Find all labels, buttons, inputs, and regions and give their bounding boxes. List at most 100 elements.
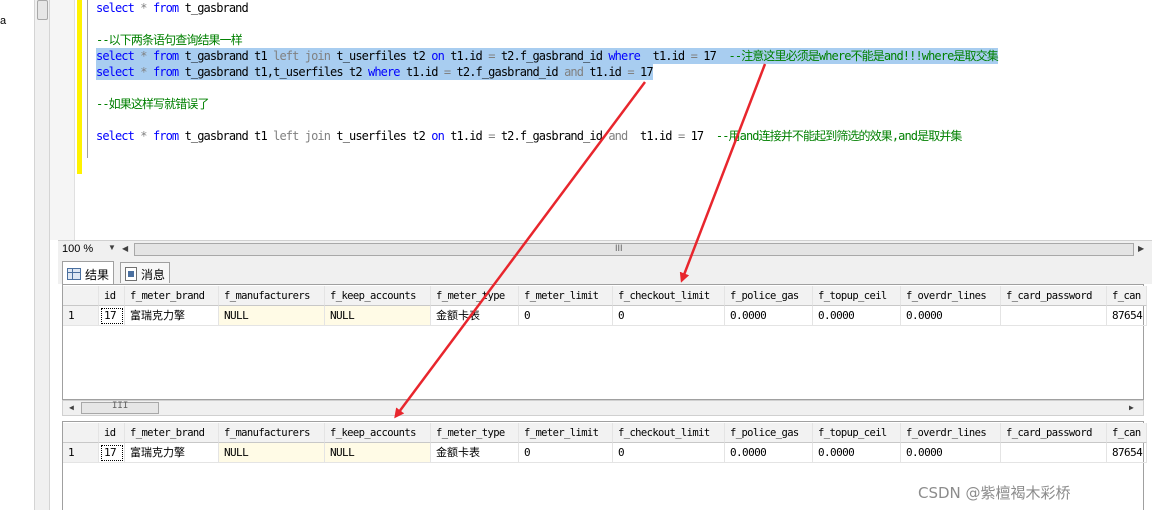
code-line[interactable]: select * from t_gasbrand t1 left join t_… — [96, 48, 999, 64]
code-token: 17 — [684, 129, 716, 143]
table-cell[interactable]: NULL — [219, 306, 325, 326]
column-header[interactable]: f_topup_ceil — [813, 423, 901, 443]
code-token: --如果这样写就错误了 — [96, 97, 209, 111]
column-header[interactable]: f_can — [1107, 423, 1147, 443]
code-token: t1.id — [399, 65, 444, 79]
column-header[interactable]: f_card_password — [1001, 423, 1107, 443]
code-token: t_gasbrand — [178, 1, 249, 15]
grid-icon — [67, 268, 81, 280]
tab-results[interactable]: 结果 — [62, 261, 115, 284]
scroll-grip-icon: III — [615, 243, 623, 253]
column-header[interactable]: f_meter_brand — [125, 423, 219, 443]
table-cell[interactable]: 0.0000 — [901, 306, 1001, 326]
scroll-right-icon[interactable]: ▶ — [1138, 244, 1144, 253]
row-number[interactable]: 1 — [63, 443, 99, 463]
scroll-left-icon[interactable]: ◀ — [122, 244, 128, 253]
result-grid-1-horizontal-scrollbar[interactable]: ◀ III ▶ — [62, 400, 1144, 416]
table-cell[interactable]: 富瑞克力擎 — [125, 306, 219, 326]
column-header[interactable]: f_police_gas — [725, 286, 813, 306]
column-header[interactable]: f_checkout_limit — [613, 286, 725, 306]
table-cell[interactable]: 17 — [99, 306, 125, 326]
column-header[interactable]: id — [99, 286, 125, 306]
code-token: t_userfiles t2 — [330, 129, 432, 143]
tab-messages[interactable]: 消息 — [120, 262, 171, 283]
message-icon — [125, 267, 137, 281]
table-cell[interactable]: 0.0000 — [813, 443, 901, 463]
code-token: --用and连接并不能起到筛选的效果,and是取并集 — [715, 129, 963, 143]
table-cell[interactable]: 0.0000 — [725, 306, 813, 326]
column-header[interactable]: f_meter_type — [431, 286, 519, 306]
scroll-right-icon[interactable]: ▶ — [1129, 403, 1134, 412]
code-token: left join — [273, 129, 331, 143]
code-token: select — [96, 1, 135, 15]
table-cell[interactable]: 87654 — [1107, 443, 1147, 463]
code-token: on — [431, 49, 445, 63]
code-token: where — [368, 65, 401, 79]
zoom-dropdown-icon[interactable]: ▼ — [108, 243, 116, 252]
code-token: --以下两条语句查询结果一样 — [96, 33, 243, 47]
editor-gutter — [50, 0, 75, 240]
table-cell[interactable]: 87654 — [1107, 306, 1147, 326]
code-token: --注意这里必须是where不能是and!!!where是取交集 — [728, 49, 999, 63]
column-header[interactable]: f_meter_type — [431, 423, 519, 443]
code-token: where — [608, 49, 641, 63]
left-scroll-thumb[interactable] — [37, 0, 48, 20]
column-header[interactable]: f_manufacturers — [219, 423, 325, 443]
scroll-left-icon[interactable]: ◀ — [69, 403, 74, 412]
table-cell[interactable]: 0.0000 — [901, 443, 1001, 463]
code-line[interactable]: --以下两条语句查询结果一样 — [96, 32, 243, 48]
row-number-header[interactable] — [63, 286, 99, 306]
table-cell[interactable] — [1001, 306, 1107, 326]
column-header[interactable]: f_overdr_lines — [901, 423, 1001, 443]
row-number-header[interactable] — [63, 423, 99, 443]
table-cell[interactable] — [1001, 443, 1107, 463]
code-line[interactable]: select * from t_gasbrand t1 left join t_… — [96, 128, 962, 144]
table-cell[interactable]: 0 — [519, 443, 613, 463]
column-header[interactable]: id — [99, 423, 125, 443]
table-cell[interactable]: 0.0000 — [813, 306, 901, 326]
column-header[interactable]: f_meter_brand — [125, 286, 219, 306]
column-header[interactable]: f_meter_limit — [519, 423, 613, 443]
code-token: t1.id — [443, 129, 489, 143]
scroll-grip-icon: III — [112, 401, 129, 411]
table-cell[interactable]: 0.0000 — [725, 443, 813, 463]
column-header[interactable]: f_keep_accounts — [325, 286, 431, 306]
column-header[interactable]: f_meter_limit — [519, 286, 613, 306]
code-token: from — [152, 129, 179, 143]
result-grid-1[interactable]: id f_meter_brand f_manufacturers f_keep_acc… — [62, 284, 1147, 400]
table-cell[interactable]: 富瑞克力擎 — [125, 443, 219, 463]
column-header[interactable]: f_overdr_lines — [901, 286, 1001, 306]
code-line[interactable]: --如果这样写就错误了 — [96, 96, 209, 112]
column-header[interactable]: f_can — [1107, 286, 1147, 306]
table-cell[interactable]: 0 — [613, 306, 725, 326]
code-token: from — [152, 1, 179, 15]
result-tabs: 结果 消息 — [58, 258, 1152, 284]
table-cell[interactable]: 17 — [99, 443, 125, 463]
column-header[interactable]: f_card_password — [1001, 286, 1107, 306]
editor-horizontal-scrollbar[interactable]: III — [134, 243, 1134, 256]
sql-editor[interactable]: select * from t_gasbrand --以下两条语句查询结果一样 se… — [50, 0, 1152, 240]
row-number[interactable]: 1 — [63, 306, 99, 326]
code-token: t1.id — [583, 65, 628, 79]
code-token: 17 — [633, 65, 654, 79]
table-cell[interactable]: NULL — [325, 443, 431, 463]
code-token: and — [608, 129, 628, 143]
table-cell[interactable]: 金额卡表 — [431, 306, 519, 326]
grid-scroll-thumb[interactable]: III — [81, 401, 159, 414]
code-line[interactable]: select * from t_gasbrand t1,t_userfiles … — [96, 64, 654, 80]
table-cell[interactable]: 金额卡表 — [431, 443, 519, 463]
outline-fold-line — [87, 0, 88, 158]
column-header[interactable]: f_manufacturers — [219, 286, 325, 306]
zoom-level[interactable]: 100 % — [62, 243, 93, 255]
table-cell[interactable]: 0 — [613, 443, 725, 463]
table-cell[interactable]: NULL — [325, 306, 431, 326]
column-header[interactable]: f_checkout_limit — [613, 423, 725, 443]
column-header[interactable]: f_topup_ceil — [813, 286, 901, 306]
table-cell[interactable]: NULL — [219, 443, 325, 463]
code-line[interactable]: select * from t_gasbrand — [96, 0, 249, 16]
code-token: t_gasbrand t1 — [178, 129, 274, 143]
table-cell[interactable]: 0 — [519, 306, 613, 326]
column-header[interactable]: f_keep_accounts — [325, 423, 431, 443]
column-header[interactable]: f_police_gas — [725, 423, 813, 443]
left-panel-scrollbar[interactable] — [34, 0, 50, 510]
